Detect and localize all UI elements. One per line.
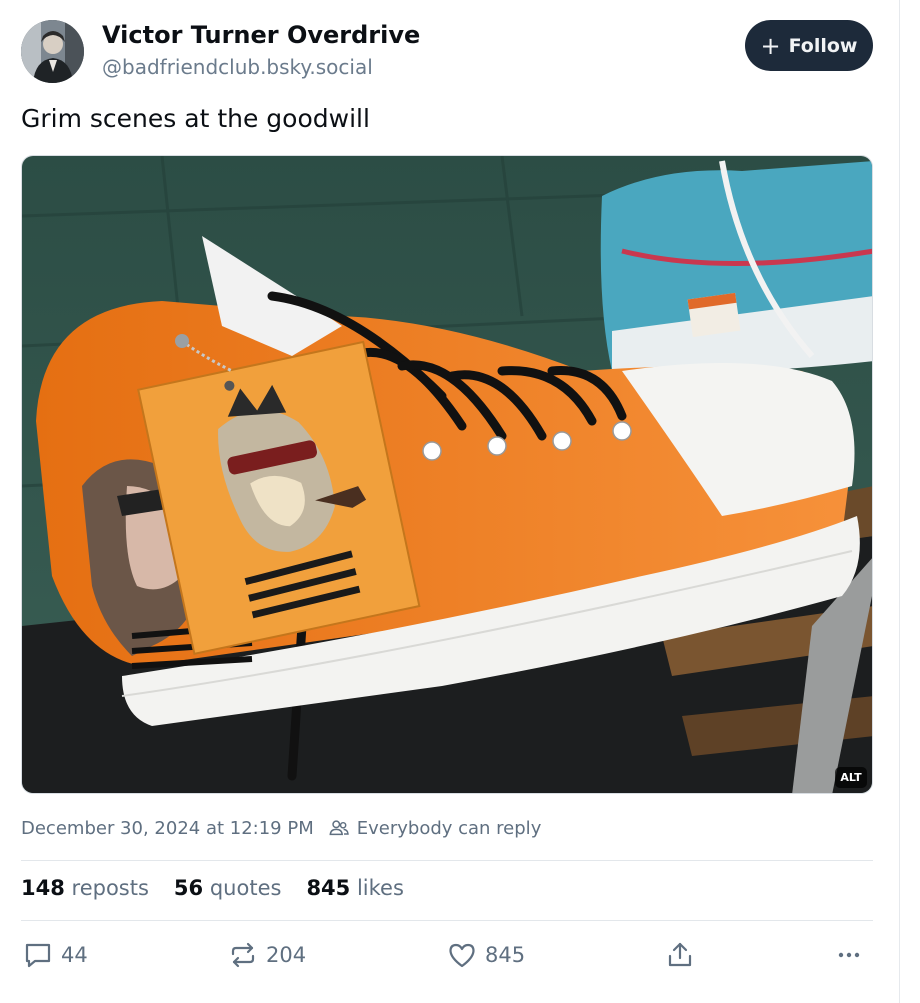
quotes-stat[interactable]: 56 quotes — [174, 876, 282, 900]
post-image[interactable] — [21, 155, 873, 794]
repost-icon — [231, 942, 255, 968]
reply-button[interactable]: 44 — [23, 940, 88, 970]
post-meta: December 30, 2024 at 12:19 PM Everybody … — [21, 817, 541, 839]
author-display-name[interactable]: Victor Turner Overdrive — [102, 21, 420, 49]
post-card: Victor Turner Overdrive @badfriendclub.b… — [0, 0, 900, 1003]
likes-count: 845 — [306, 876, 351, 900]
share-button[interactable] — [665, 940, 695, 970]
reposts-label: reposts — [71, 876, 149, 900]
repost-count: 204 — [266, 943, 307, 967]
quotes-count: 56 — [173, 876, 204, 900]
share-icon — [668, 942, 692, 967]
post-text: Grim scenes at the goodwill — [21, 104, 370, 133]
like-button[interactable]: 845 — [447, 940, 525, 970]
more-dots-icon — [838, 952, 860, 958]
reposts-count: 148 — [21, 876, 65, 900]
likes-label: likes — [356, 876, 404, 900]
quotes-label: quotes — [209, 876, 282, 900]
divider — [21, 860, 873, 861]
more-options-button[interactable] — [834, 940, 864, 970]
like-count: 845 — [485, 943, 526, 967]
reply-count: 44 — [61, 943, 88, 967]
follow-button[interactable]: + Follow — [745, 20, 873, 71]
post-stats: 148 reposts 56 quotes 845 likes — [21, 876, 429, 900]
post-timestamp[interactable]: December 30, 2024 at 12:19 PM — [21, 818, 314, 839]
plus-icon: + — [760, 31, 781, 60]
reposts-stat[interactable]: 148 reposts — [21, 876, 149, 900]
follow-button-label: Follow — [788, 34, 858, 57]
author-handle[interactable]: @badfriendclub.bsky.social — [102, 55, 373, 79]
heart-icon — [449, 943, 475, 968]
people-icon — [329, 820, 349, 836]
divider — [21, 920, 873, 921]
likes-stat[interactable]: 845 likes — [306, 876, 403, 900]
comment-icon — [25, 943, 51, 968]
repost-button[interactable]: 204 — [228, 940, 306, 970]
image-alt-badge[interactable]: ALT — [835, 767, 867, 788]
author-avatar[interactable] — [21, 20, 84, 83]
reply-setting: Everybody can reply — [356, 817, 542, 839]
